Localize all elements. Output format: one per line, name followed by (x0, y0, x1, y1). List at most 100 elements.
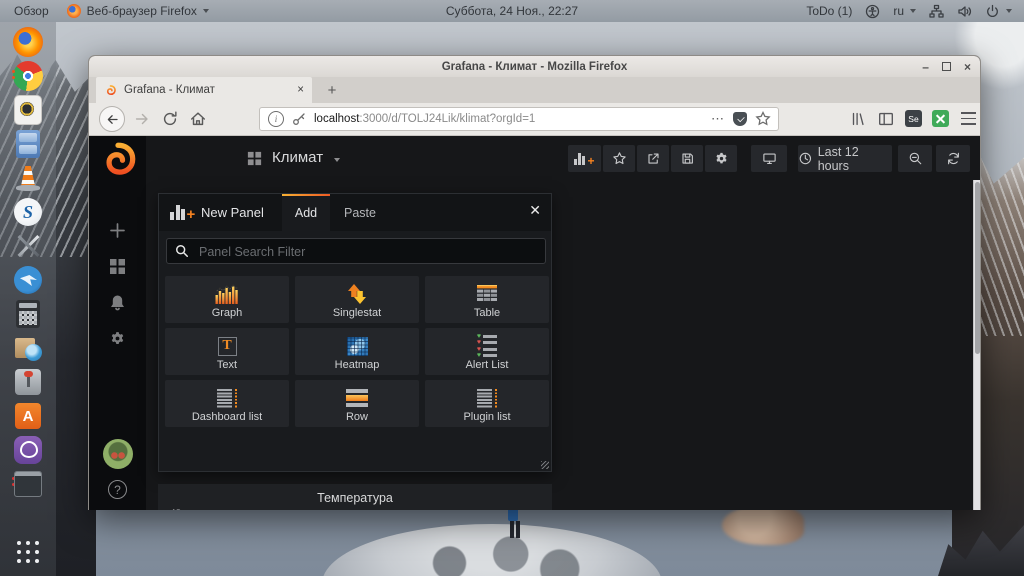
menu-hamburger-icon[interactable] (961, 112, 976, 125)
temperature-panel[interactable]: Температура 40 (158, 484, 552, 510)
share-dashboard-button[interactable] (637, 145, 669, 172)
show-applications-button[interactable] (11, 536, 45, 568)
chrome-icon (13, 61, 43, 91)
tv-mode-button[interactable] (751, 145, 787, 172)
zoom-out-button[interactable] (898, 145, 932, 172)
new-panel-title: New Panel (201, 205, 264, 220)
window-titlebar[interactable]: Grafana - Климат - Mozilla Firefox – × (89, 56, 980, 77)
pocket-icon[interactable] (733, 112, 747, 126)
tab-close-icon[interactable]: × (297, 84, 304, 96)
site-info-icon[interactable]: i (268, 111, 284, 127)
dock-item-vlc[interactable] (11, 162, 45, 194)
back-icon (107, 114, 118, 124)
text-panel-icon: T (217, 336, 237, 356)
dock-item-chrome[interactable] (11, 60, 45, 92)
reload-icon[interactable] (161, 110, 179, 128)
tab-grafana[interactable]: Grafana - Климат × (96, 77, 312, 103)
new-tab-button[interactable]: + (321, 79, 343, 101)
url-path: :3000/d/TOLJ24Lik/klimat?orgId=1 (359, 113, 536, 125)
library-icon[interactable] (849, 110, 867, 128)
panel-type-graph[interactable]: Graph (165, 276, 289, 323)
dashboards-grid-icon[interactable] (109, 258, 126, 275)
language-menu[interactable]: ru (893, 4, 916, 18)
refresh-button[interactable] (936, 145, 970, 172)
wallpaper-snow-dome (322, 524, 662, 576)
panel-type-plugin-list[interactable]: Plugin list (425, 380, 549, 427)
home-icon[interactable] (189, 110, 207, 128)
new-panel-header: + New Panel Add Paste ✕ (159, 194, 551, 231)
dock-item-viber[interactable] (11, 434, 45, 466)
graph-panel-icon (214, 282, 240, 306)
alert-list-panel-icon: ♥ ♥ ♥ ♥ (477, 333, 498, 359)
panel-type-text[interactable]: T Text (165, 328, 289, 375)
volume-icon[interactable] (957, 4, 972, 19)
power-caret-icon (1006, 9, 1012, 13)
page-actions-icon[interactable]: ⋯ (711, 111, 725, 127)
dock-item-terminal[interactable] (11, 468, 45, 500)
accessibility-icon[interactable] (865, 4, 880, 19)
todo-indicator[interactable]: ToDo (1) (806, 4, 852, 18)
dock-item-thunderbird[interactable] (11, 264, 45, 296)
dock-item-calculator[interactable] (11, 298, 45, 330)
grafana-app: ? Климат + Last 12 hours + New Panel Add… (89, 136, 980, 510)
panel-type-table[interactable]: Table (425, 276, 549, 323)
dock-item-system-monitor[interactable] (11, 94, 45, 126)
panel-type-singlestat[interactable]: Singlestat (295, 276, 419, 323)
panel-title[interactable]: Температура (158, 484, 552, 505)
save-dashboard-button[interactable] (671, 145, 703, 172)
url-host: localhost (314, 113, 360, 125)
dock-item-software[interactable] (11, 332, 45, 364)
star-dashboard-button[interactable] (603, 145, 635, 172)
dock-item-file-cabinet[interactable] (11, 128, 45, 160)
minimize-button[interactable]: – (922, 60, 929, 74)
green-extension-icon[interactable] (932, 110, 949, 127)
dialog-resize-handle[interactable] (541, 461, 549, 469)
app-menu[interactable]: Веб-браузер Firefox (66, 4, 209, 18)
user-avatar[interactable] (103, 439, 133, 469)
bookmark-star-icon[interactable] (755, 111, 771, 127)
tools-icon (14, 232, 42, 260)
share-icon (647, 153, 659, 164)
alerting-bell-icon[interactable] (109, 294, 126, 311)
time-range-button[interactable]: Last 12 hours (798, 145, 892, 173)
dock-item-s-app[interactable]: S (11, 196, 45, 228)
add-panel-button[interactable]: + (568, 145, 601, 172)
maximize-button[interactable] (941, 62, 951, 71)
grafana-logo[interactable] (97, 139, 139, 181)
dashboard-settings-button[interactable] (705, 145, 737, 172)
forward-icon[interactable] (133, 110, 151, 128)
dashboard-caret-icon[interactable] (334, 158, 340, 162)
panel-search-input[interactable] (197, 240, 541, 264)
dock-item-firefox[interactable] (11, 26, 45, 58)
url-bar[interactable]: i localhost :3000/d/TOLJ24Lik/klimat?org… (259, 107, 779, 131)
power-menu[interactable] (985, 4, 1012, 19)
configuration-gear-icon[interactable] (109, 330, 126, 347)
selenium-extension-icon[interactable]: Se (905, 110, 922, 127)
software-center-icon (14, 335, 42, 361)
panel-type-row[interactable]: Row (295, 380, 419, 427)
permissions-key-icon[interactable] (291, 111, 307, 127)
search-icon (176, 245, 188, 257)
help-question-icon[interactable]: ? (108, 480, 127, 499)
create-plus-icon[interactable] (109, 222, 126, 239)
page-scrollbar[interactable] (973, 180, 980, 510)
tab-add[interactable]: Add (282, 194, 330, 231)
close-button[interactable]: × (964, 60, 971, 74)
panel-type-dashboard-list[interactable]: Dashboard list (165, 380, 289, 427)
row-panel-icon (346, 388, 368, 408)
panel-type-alert-list[interactable]: ♥ ♥ ♥ ♥ Alert List (425, 328, 549, 375)
back-button[interactable] (99, 106, 125, 132)
panel-type-heatmap[interactable]: Heatmap (295, 328, 419, 375)
activities-button[interactable]: Обзор (14, 4, 49, 18)
tab-paste[interactable]: Paste (334, 194, 386, 231)
network-icon[interactable] (929, 4, 944, 19)
scrollbar-thumb[interactable] (974, 182, 980, 354)
sidebar-toggle-icon[interactable] (877, 110, 895, 128)
dock-item-app-store[interactable]: A (11, 400, 45, 432)
dock-item-tweaks[interactable] (11, 366, 45, 398)
dock-item-utilities[interactable] (11, 230, 45, 262)
dashboard-title[interactable]: Климат (272, 149, 323, 166)
viber-icon (14, 436, 42, 464)
language-caret-icon (910, 9, 916, 13)
dialog-close-icon[interactable]: ✕ (529, 202, 541, 219)
